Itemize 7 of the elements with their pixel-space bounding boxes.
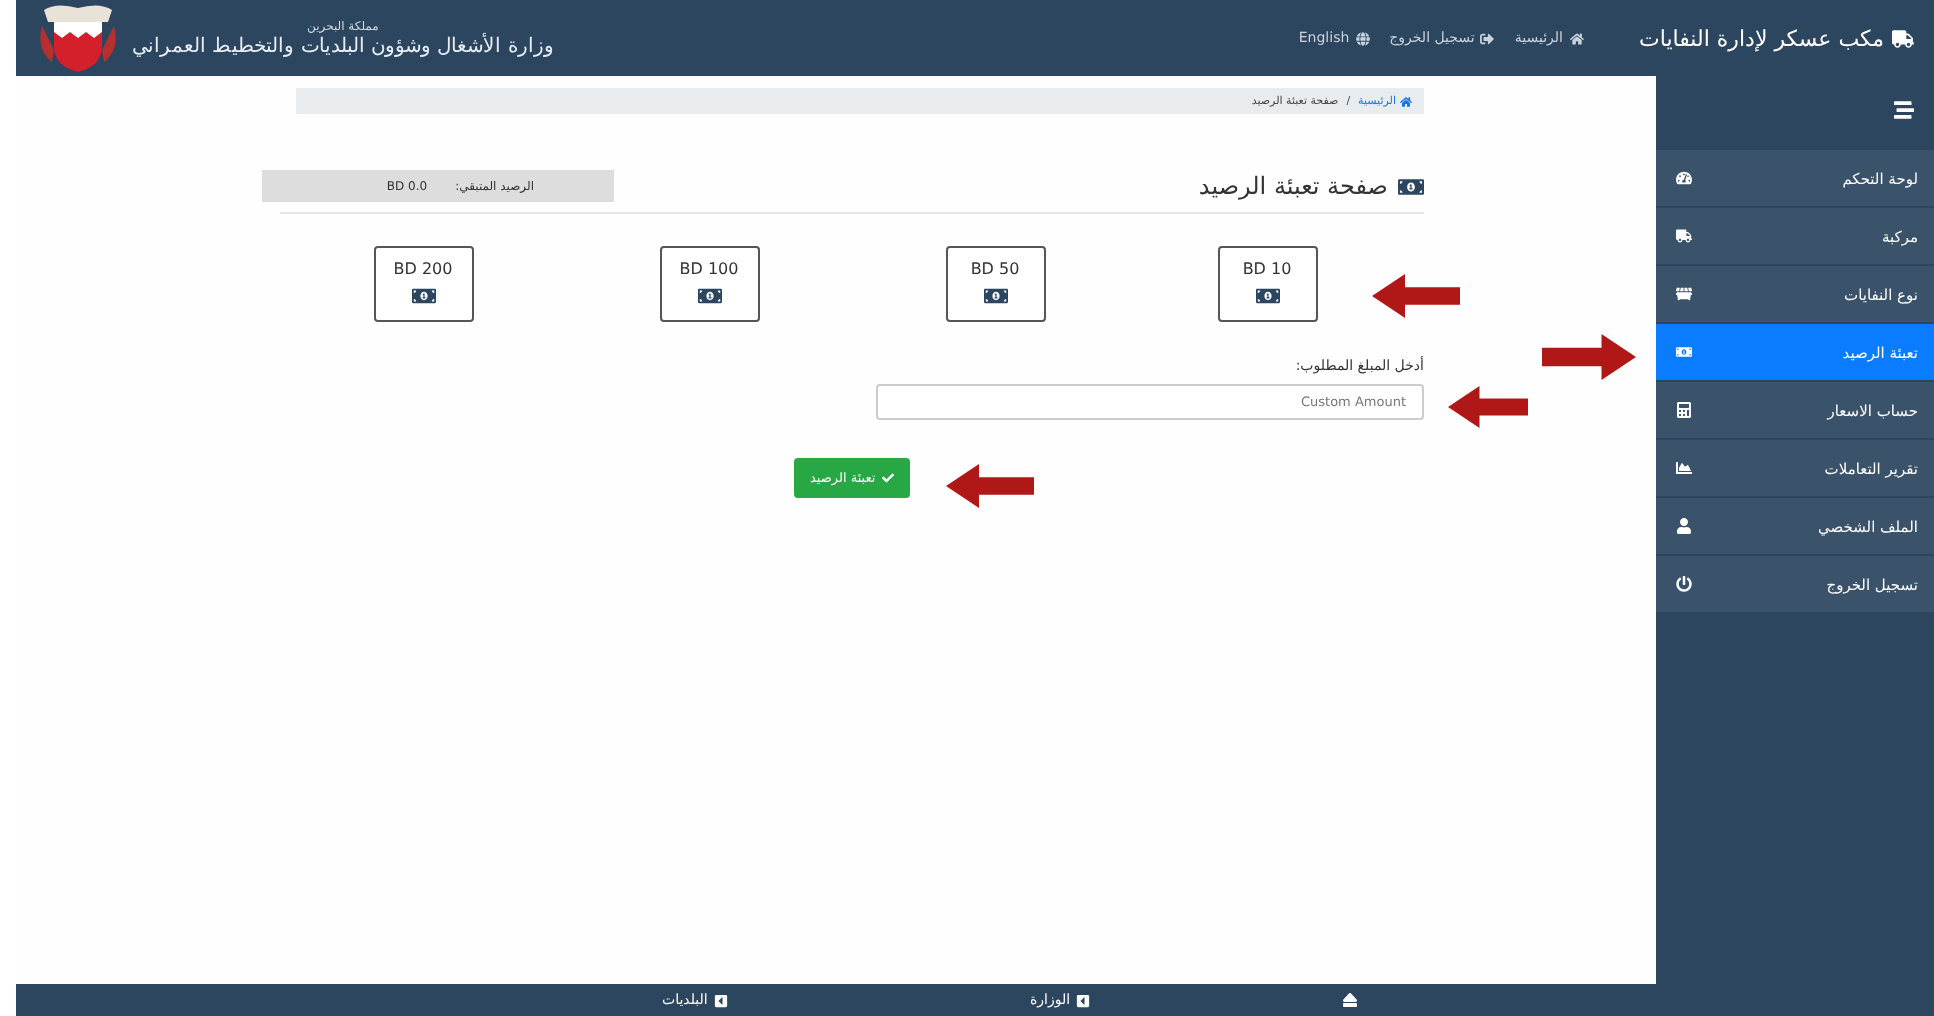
amount-button[interactable]: BD 50	[945, 246, 1045, 322]
brand-title[interactable]: مكب عسكر لإدارة النفايات	[1639, 25, 1914, 51]
ministry-name: وزارة الأشغال وشؤون البلديات والتخطيط العمراني	[132, 33, 554, 57]
amount-button[interactable]: BD 100	[659, 246, 759, 322]
page-title: صفحة تعبئة الرصيد	[1198, 172, 1424, 200]
amount-button[interactable]: BD 10	[1217, 246, 1317, 322]
amount-button[interactable]: BD 200	[373, 246, 473, 322]
